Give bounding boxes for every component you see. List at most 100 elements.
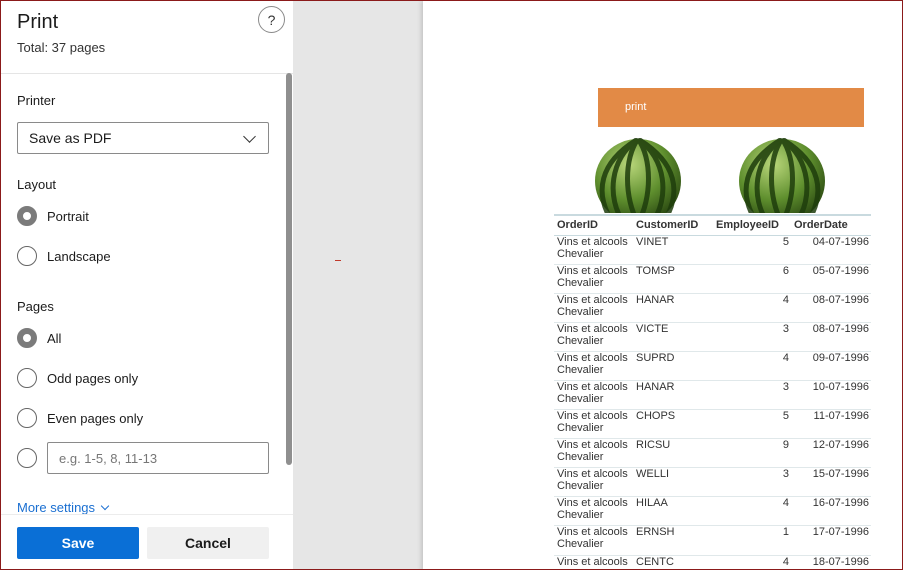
pages-option-custom[interactable] — [17, 447, 37, 469]
employee-cell: 3 — [782, 468, 789, 481]
table-row: Vins et alcools Chevalier HANAR 3 10-07-199… — [554, 380, 871, 410]
table-row: Vins et alcools Chevalier ERNSH 1 17-07-199… — [554, 526, 871, 556]
date-cell: 04-07-1996 — [812, 235, 869, 248]
employee-cell: 5 — [782, 410, 789, 423]
radio-icon[interactable] — [17, 448, 37, 468]
pages-option-label: Odd pages only — [47, 370, 139, 386]
order-cell: Vins et alcools Chevalier — [557, 293, 628, 318]
layout-option-landscape[interactable]: Landscape — [17, 245, 111, 267]
table-row: Vins et alcools Chevalier HILAA 4 16-07-199… — [554, 497, 871, 526]
customer-cell: WELLI — [636, 468, 670, 481]
watermelon-image — [594, 138, 682, 213]
dialog-title: Print — [17, 11, 59, 33]
order-cell: Vins et alcools Chevalier — [557, 468, 628, 493]
customer-cell: VINET — [636, 235, 669, 248]
customer-cell: CHOPS — [636, 410, 676, 423]
date-cell: 08-07-1996 — [812, 293, 869, 306]
radio-selected-icon[interactable] — [17, 328, 37, 348]
column-header: CustomerID — [633, 216, 713, 236]
radio-icon[interactable] — [17, 408, 37, 428]
employee-cell: 9 — [782, 439, 789, 452]
date-cell: 16-07-1996 — [812, 497, 869, 510]
printer-label: Printer — [17, 93, 56, 108]
layout-option-label: Landscape — [47, 248, 111, 264]
employee-cell: 3 — [782, 380, 789, 393]
employee-cell: 4 — [782, 497, 789, 510]
total-pages: Total: 37 pages — [17, 40, 106, 55]
column-header: OrderDate — [791, 216, 871, 236]
preview-marker — [335, 260, 341, 261]
employee-cell: 6 — [782, 264, 789, 277]
layout-label: Layout — [17, 177, 57, 192]
table-row: Vins et alcools Chevalier TOMSP 6 05-07-199… — [554, 264, 871, 294]
date-cell: 09-07-1996 — [812, 351, 869, 364]
customer-cell: HILAA — [636, 497, 668, 510]
table-row: Vins et alcools Chevalier WELLI 3 15-07-199… — [554, 468, 871, 497]
date-cell: 12-07-1996 — [812, 439, 869, 452]
customer-cell: HANAR — [636, 293, 675, 306]
layout-option-label: Portrait — [47, 208, 89, 224]
order-cell: Vins et alcools Chevalier — [557, 497, 628, 522]
help-icon: ? — [267, 11, 276, 28]
date-cell: 10-07-1996 — [812, 380, 869, 393]
column-header: EmployeeID — [713, 216, 791, 236]
employee-cell: 4 — [782, 351, 789, 364]
order-cell: Vins et alcools Chevalier — [557, 439, 628, 464]
layout-option-portrait[interactable]: Portrait — [17, 205, 89, 227]
order-cell: Vins et alcools Chevalier — [557, 235, 628, 260]
footer-divider — [1, 514, 293, 515]
customer-cell: ERNSH — [636, 526, 675, 539]
orders-table: OrderID CustomerID EmployeeID OrderDate … — [554, 216, 871, 569]
print-settings-panel: Print Total: 37 pages ? Printer Save as … — [1, 1, 293, 569]
pages-option-label: All — [47, 330, 62, 346]
order-cell: Vins et alcools Chevalier — [557, 555, 628, 569]
pages-option-all[interactable]: All — [17, 327, 61, 349]
column-header: OrderID — [554, 216, 633, 236]
order-cell: Vins et alcools Chevalier — [557, 351, 628, 376]
pages-option-odd[interactable]: Odd pages only — [17, 367, 138, 389]
print-dialog: Print Total: 37 pages ? Printer Save as … — [0, 0, 903, 570]
radio-icon[interactable] — [17, 368, 37, 388]
table-header-row: OrderID CustomerID EmployeeID OrderDate — [554, 216, 871, 236]
printer-selected-value: Save as PDF — [29, 130, 112, 146]
customer-cell: SUPRD — [636, 351, 675, 364]
customer-cell: VICTE — [636, 322, 669, 335]
customer-cell: CENTC — [636, 555, 674, 568]
employee-cell: 3 — [782, 322, 789, 335]
customer-cell: HANAR — [636, 380, 675, 393]
order-cell: Vins et alcools Chevalier — [557, 380, 628, 405]
printer-select[interactable]: Save as PDF — [17, 122, 269, 154]
employee-cell: 4 — [782, 555, 789, 568]
more-settings-label: More settings — [17, 500, 96, 515]
pages-option-even[interactable]: Even pages only — [17, 407, 143, 429]
table-row: Vins et alcools Chevalier RICSU 9 12-07-199… — [554, 439, 871, 468]
table-row: Vins et alcools Chevalier CHOPS 5 11-07-199… — [554, 410, 871, 439]
preview-banner: print — [598, 88, 864, 127]
employee-cell: 1 — [782, 526, 789, 539]
pages-label: Pages — [17, 299, 54, 314]
radio-selected-icon[interactable] — [17, 206, 37, 226]
chevron-down-icon — [100, 501, 110, 511]
watermelon-image — [738, 138, 826, 213]
page-range-input[interactable] — [47, 442, 269, 474]
date-cell: 05-07-1996 — [812, 264, 869, 277]
cancel-button[interactable]: Cancel — [147, 527, 269, 559]
date-cell: 17-07-1996 — [812, 526, 869, 539]
more-settings-link[interactable]: More settings — [17, 500, 110, 515]
scrollbar-thumb[interactable] — [286, 73, 292, 465]
order-cell: Vins et alcools Chevalier — [557, 526, 628, 551]
banner-text: print — [625, 101, 647, 113]
table-row: Vins et alcools Chevalier VINET 5 04-07-199… — [554, 235, 871, 265]
radio-icon[interactable] — [17, 246, 37, 266]
table-row: Vins et alcools Chevalier VICTE 3 08-07-199… — [554, 322, 871, 352]
date-cell: 18-07-1996 — [812, 555, 869, 568]
pages-option-label: Even pages only — [47, 410, 144, 426]
save-button[interactable]: Save — [17, 527, 139, 559]
table-row: Vins et alcools Chevalier HANAR 4 08-07-199… — [554, 293, 871, 323]
help-button[interactable]: ? — [258, 6, 285, 33]
date-cell: 15-07-1996 — [812, 468, 869, 481]
header-divider — [1, 73, 293, 74]
table-body: Vins et alcools Chevalier VINET 5 04-07-199… — [554, 235, 871, 569]
employee-cell: 5 — [782, 235, 789, 248]
chevron-down-icon — [243, 130, 256, 143]
